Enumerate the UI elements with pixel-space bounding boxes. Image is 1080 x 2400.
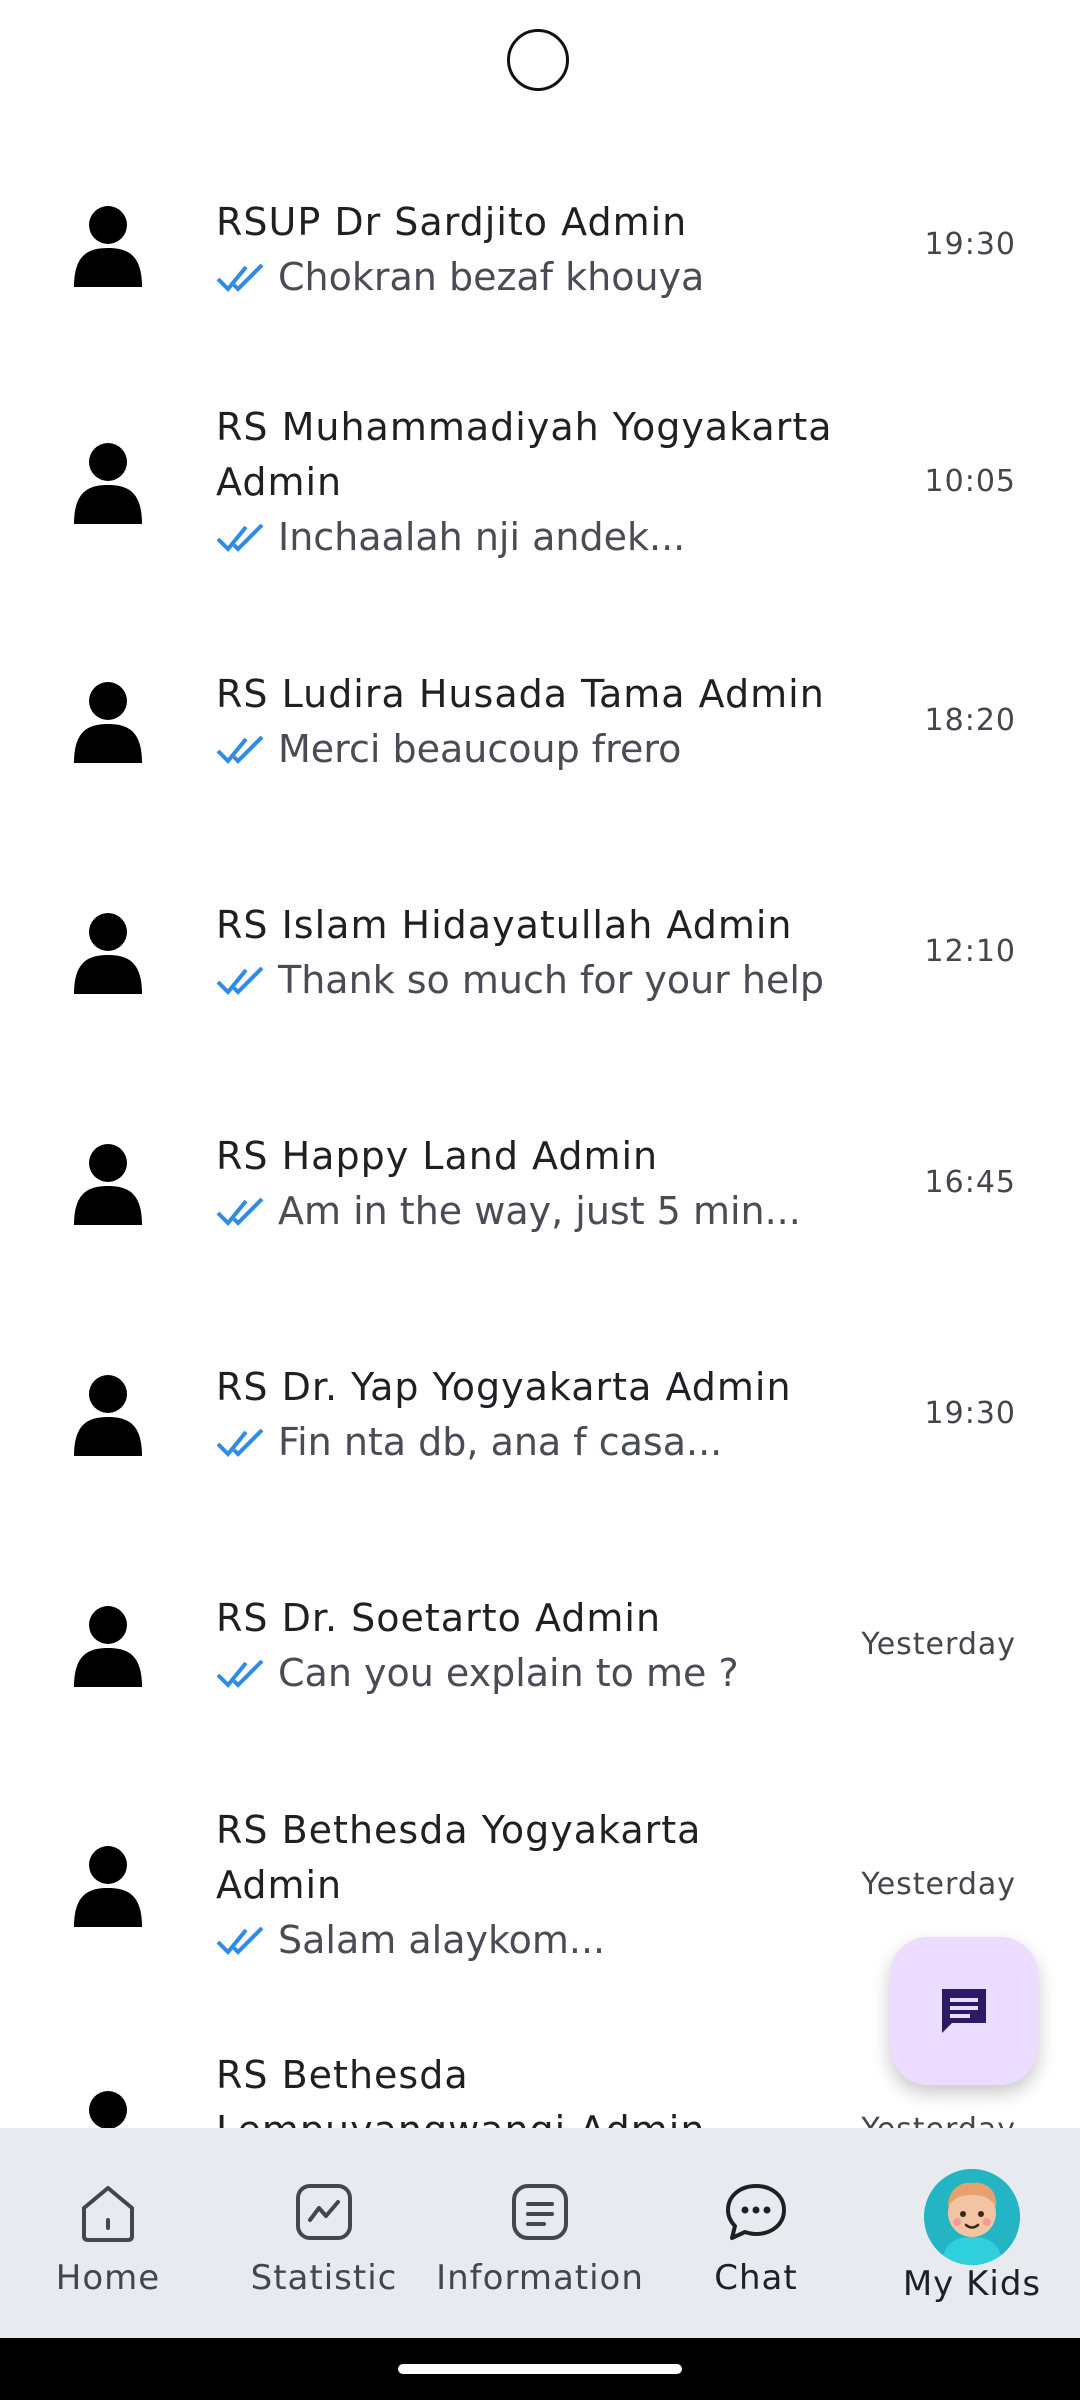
chat-last-message: Thank so much for your help [278,958,825,1002]
chat-time: 19:30 [924,1396,1016,1431]
double-check-icon [216,735,264,764]
chat-name: RS Muhammadiyah Yogyakarta Admin [216,405,833,504]
chat-item[interactable]: RS Ludira Husada Tama Admin Merci beauco… [0,667,1080,777]
user-avatar-icon [72,2090,144,2128]
nav-my-kids[interactable]: My Kids [864,2128,1080,2338]
chat-item[interactable]: RS Dr. Yap Yogyakarta Admin Fin nta db, … [0,1360,1080,1470]
chat-list[interactable]: RSUP Dr Sardjito Admin Chokran bezaf kho… [0,0,1080,2128]
double-check-icon [216,1926,264,1955]
chat-item[interactable]: RS Happy Land Admin Am in the way, just … [0,1129,1080,1239]
information-icon [512,2184,568,2240]
user-avatar-icon [72,1374,144,1456]
new-chat-button[interactable] [890,1937,1038,2085]
chat-time: 18:20 [924,703,1016,738]
nav-label: Statistic [250,2258,398,2298]
chat-name: RS Dr. Yap Yogyakarta Admin [216,1365,792,1409]
chat-item[interactable]: RS Islam Hidayatullah Admin Thank so muc… [0,898,1080,1008]
nav-statistic[interactable]: Statistic [216,2128,432,2338]
user-avatar-icon [72,1605,144,1687]
user-avatar-icon [72,205,144,287]
nav-chat[interactable]: Chat [648,2128,864,2338]
chat-time: 19:30 [924,227,1016,262]
chat-last-message: Salam alaykom... [278,1918,606,1962]
bottom-navigation: Home Statistic Information Chat My Kids [0,2128,1080,2338]
user-avatar-icon [72,912,144,994]
user-avatar-icon [72,442,144,524]
nav-home[interactable]: Home [0,2128,216,2338]
nav-label: Home [55,2258,161,2298]
user-avatar-icon [72,681,144,763]
chat-name: RS Ludira Husada Tama Admin [216,672,825,716]
chat-name: RSUP Dr Sardjito Admin [216,200,688,244]
chat-name: RS Islam Hidayatullah Admin [216,903,793,947]
chat-time: Yesterday [861,2110,1016,2128]
chat-last-message: Can you explain to me ? [278,1651,739,1695]
new-chat-icon [942,1989,986,2033]
double-check-icon [216,523,264,552]
double-check-icon [216,1428,264,1457]
chat-last-message: Chokran bezaf khouya [278,255,705,299]
chat-time: Yesterday [861,1627,1016,1662]
nav-label: Information [436,2258,644,2298]
double-check-icon [216,1659,264,1688]
chat-item[interactable]: RSUP Dr Sardjito Admin Chokran bezaf kho… [0,195,1080,299]
chat-name: RS Bethesda Yogyakarta Admin [216,1808,702,1907]
chat-last-message: Am in the way, just 5 min... [278,1189,801,1233]
chat-time: 12:10 [924,934,1016,969]
chat-last-message: Merci beaucoup frero [278,727,682,771]
nav-information[interactable]: Information [432,2128,648,2338]
chat-icon [726,2184,786,2240]
statistic-icon [296,2184,352,2240]
chat-item[interactable]: RS Muhammadiyah Yogyakarta Admin Inchaal… [0,400,1080,565]
double-check-icon [216,966,264,995]
double-check-icon [216,263,264,292]
chat-name: RS Dr. Soetarto Admin [216,1596,662,1640]
nav-label: Chat [714,2258,798,2298]
kid-avatar [924,2169,1020,2265]
chat-last-message: Fin nta db, ana f casa... [278,1420,723,1464]
nav-label: My Kids [902,2264,1042,2304]
user-avatar-icon [72,1845,144,1927]
chat-time: Yesterday [861,1867,1016,1902]
chat-time: 16:45 [924,1165,1016,1200]
double-check-icon [216,1197,264,1226]
chat-last-message: Inchaalah nji andek... [278,515,686,559]
chat-time: 10:05 [924,464,1016,499]
home-icon [82,2186,134,2242]
user-avatar-icon [72,1143,144,1225]
home-indicator[interactable] [398,2364,682,2374]
chat-item[interactable]: RS Dr. Soetarto Admin Can you explain to… [0,1591,1080,1701]
chat-name: RS Bethesda Lempuyangwangi Admin [216,2053,704,2128]
chat-name: RS Happy Land Admin [216,1134,659,1178]
